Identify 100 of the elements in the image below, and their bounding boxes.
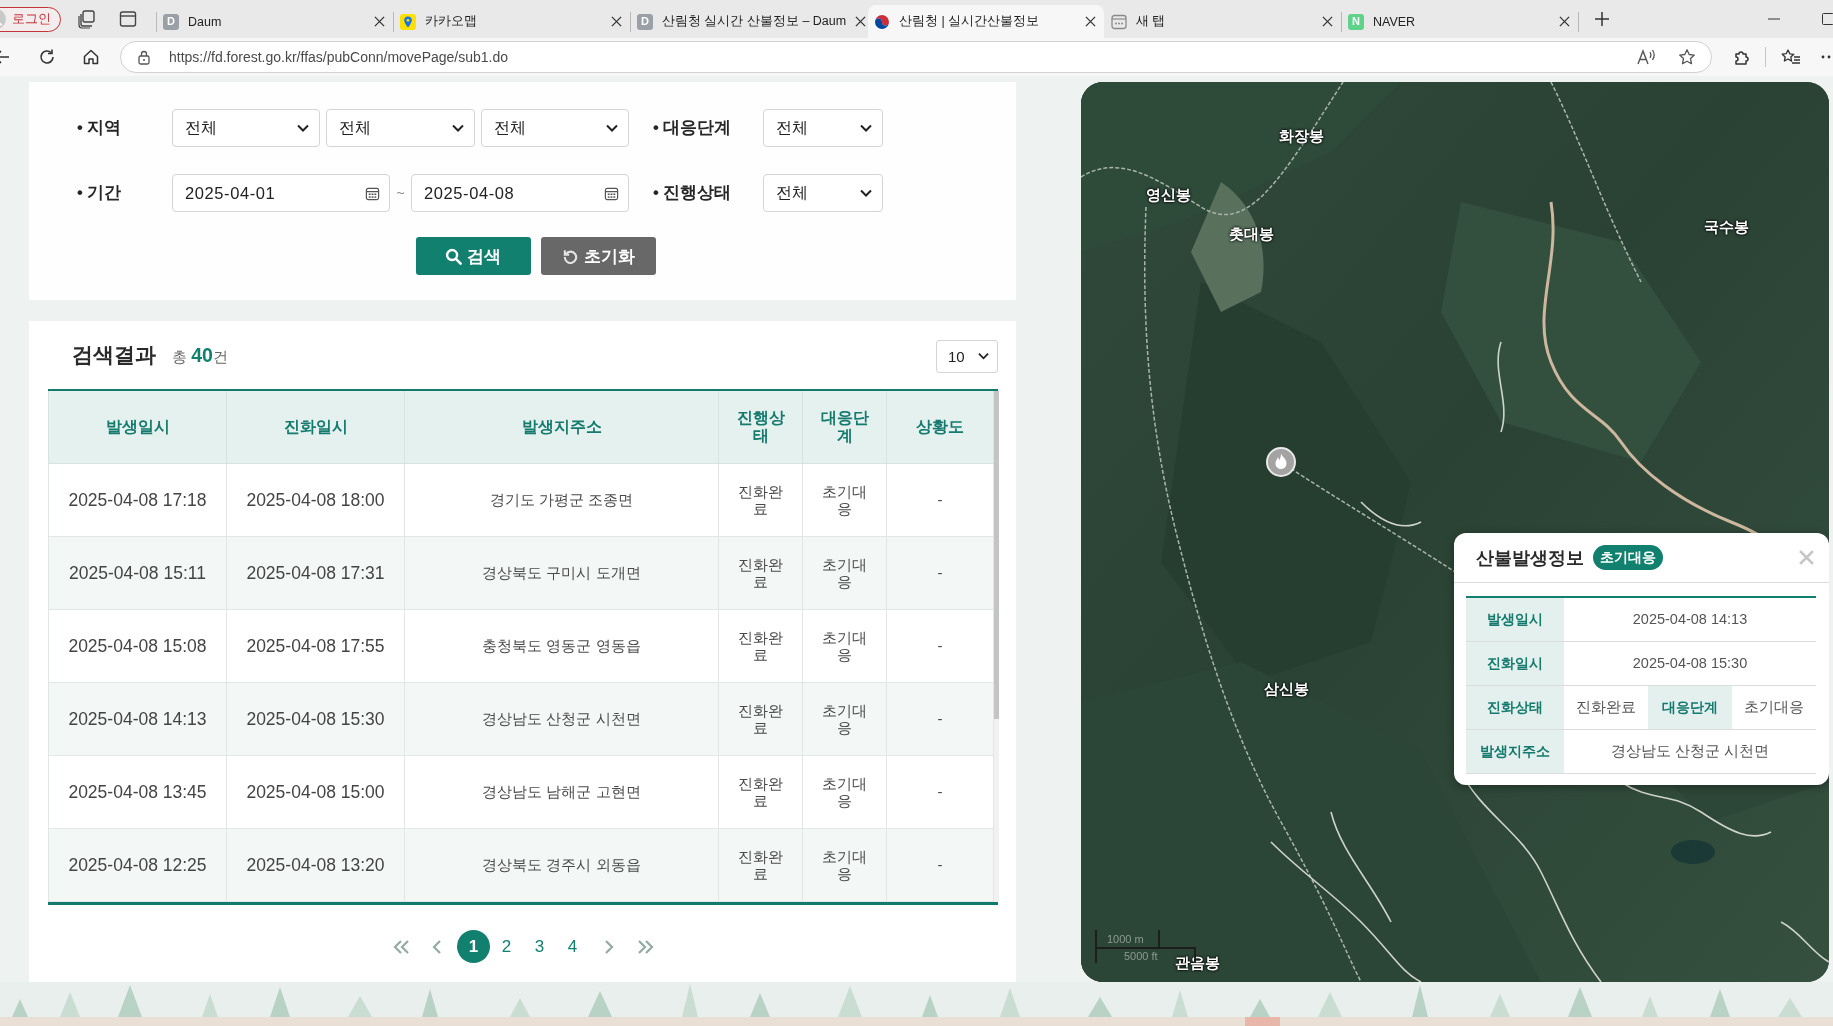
- star-icon[interactable]: [1678, 48, 1696, 66]
- calendar-icon: [604, 185, 619, 201]
- maximize-icon[interactable]: [1822, 13, 1833, 25]
- field-value: 초기대응: [1732, 685, 1816, 730]
- field-label: 발생지주소: [1466, 729, 1564, 774]
- status-badge: 초기대응: [1593, 545, 1663, 570]
- select-field[interactable]: 전체: [172, 109, 321, 147]
- browser-tab[interactable]: D Daum: [157, 5, 393, 38]
- chevron-down-icon: [978, 352, 989, 360]
- page-size-select[interactable]: 10: [936, 339, 998, 373]
- browser-tab[interactable]: N NAVER: [1342, 5, 1578, 38]
- filter-label: • 진행상태: [653, 182, 733, 203]
- scale-label: 5000 ft: [1124, 950, 1158, 962]
- table-cell: 2025-04-08 12:25: [48, 828, 227, 902]
- table-cell: 2025-04-08 13:45: [48, 755, 227, 829]
- select-field[interactable]: 전체: [480, 109, 629, 147]
- page-button[interactable]: 3: [523, 930, 556, 963]
- table-cell: 2025-04-08 14:13: [48, 682, 227, 756]
- address-field[interactable]: https://fd.forest.go.kr/ffas/pubConn/movePage/sub1.do: [120, 41, 1712, 73]
- map-place-label: 촛대봉: [1228, 224, 1274, 244]
- close-icon: [1798, 549, 1815, 566]
- close-icon[interactable]: [855, 16, 867, 27]
- filter-label: • 기간: [77, 182, 123, 203]
- reset-button[interactable]: 초기화: [540, 237, 656, 275]
- table-cell: 진화완료: [718, 682, 803, 756]
- filter-label: • 대응단계: [653, 117, 733, 138]
- table-cell: 초기대응: [802, 755, 887, 829]
- column-header: 발생일시: [48, 391, 227, 464]
- favorites-icon[interactable]: [1781, 48, 1801, 66]
- browser-tab[interactable]: 카카오맵: [394, 5, 630, 38]
- table-cell: 진화완료: [718, 828, 803, 902]
- table-cell: 경기도 가평군 조종면: [404, 463, 719, 537]
- table-cell: 2025-04-08 17:31: [226, 536, 405, 610]
- table-cell: 초기대응: [802, 682, 887, 756]
- table-cell: 진화완료: [718, 463, 803, 537]
- tab-actions-icon[interactable]: [118, 9, 138, 29]
- table-cell: 초기대응: [802, 609, 887, 683]
- date-field[interactable]: 2025-04-08: [411, 174, 629, 212]
- close-icon[interactable]: [1085, 16, 1096, 27]
- circle-emblem-icon: [874, 13, 890, 30]
- table-cell: 진화완료: [718, 609, 803, 683]
- reload-icon[interactable]: [38, 48, 56, 66]
- page-icon: [1111, 13, 1127, 30]
- scrollbar-thumb[interactable]: [994, 391, 999, 719]
- table-cell: 2025-04-08 18:00: [226, 463, 405, 537]
- chevron-left-icon: [432, 938, 442, 955]
- table-cell: 진화완료: [718, 755, 803, 829]
- section-title: 검색결과: [72, 342, 156, 368]
- read-aloud-icon[interactable]: [1636, 48, 1656, 66]
- letter-tile-icon: D: [163, 13, 179, 30]
- table-cell: 2025-04-08 15:30: [226, 682, 405, 756]
- select-field[interactable]: 전체: [763, 109, 883, 147]
- table-cell: 2025-04-08 17:18: [48, 463, 227, 537]
- table-cell: 초기대응: [802, 828, 887, 902]
- map-place-label: 국수봉: [1703, 217, 1749, 237]
- table-cell: 2025-04-08 17:55: [226, 609, 405, 683]
- table-cell: 2025-04-08 15:00: [226, 755, 405, 829]
- field-label: 발생일시: [1466, 597, 1564, 642]
- table-cell: 2025-04-08 15:08: [48, 609, 227, 683]
- plus-icon[interactable]: [1594, 11, 1610, 27]
- map-pin-icon: [400, 13, 416, 30]
- close-icon[interactable]: [374, 16, 385, 27]
- puzzle-icon[interactable]: [1733, 48, 1751, 66]
- table-cell: -: [886, 828, 994, 902]
- search-button[interactable]: 검색: [415, 237, 531, 275]
- table-cell: -: [886, 682, 994, 756]
- map-place-label: 영신봉: [1145, 185, 1191, 205]
- date-field[interactable]: 2025-04-01: [172, 174, 390, 212]
- calendar-icon: [365, 185, 380, 201]
- column-header: 발생지주소: [404, 391, 719, 464]
- table-cell: -: [886, 755, 994, 829]
- table-cell: -: [886, 536, 994, 610]
- table-cell: 2025-04-08 13:20: [226, 828, 405, 902]
- select-field[interactable]: 전체: [326, 109, 475, 147]
- field-value: 경상남도 산청군 시천면: [1564, 729, 1816, 774]
- browser-tab[interactable]: 새 탭: [1105, 5, 1341, 38]
- workspaces-icon[interactable]: [77, 9, 97, 29]
- chevron-down-icon: [860, 124, 872, 132]
- table-cell: 2025-04-08 15:11: [48, 536, 227, 610]
- letter-tile-icon: D: [637, 13, 653, 30]
- page-button[interactable]: 4: [556, 930, 589, 963]
- browser-tab[interactable]: 산림청 | 실시간산불정보: [868, 5, 1104, 38]
- page-button[interactable]: 2: [490, 930, 523, 963]
- table-cell: 초기대응: [802, 463, 887, 537]
- chevron-down-icon: [860, 189, 872, 197]
- fire-marker-icon[interactable]: [1266, 447, 1296, 477]
- field-value: 2025-04-08 15:30: [1564, 641, 1816, 686]
- chevron-down-icon: [606, 124, 618, 132]
- browser-tab[interactable]: D 산림청 실시간 산불정보 – Daum: [631, 5, 867, 38]
- close-icon[interactable]: [1322, 16, 1333, 27]
- close-icon[interactable]: [1559, 16, 1570, 27]
- page-button[interactable]: 1: [457, 930, 490, 963]
- profile-button[interactable]: 로그인: [0, 6, 61, 32]
- close-icon[interactable]: [611, 16, 622, 27]
- double-chevron-right-icon: [636, 938, 654, 955]
- select-field[interactable]: 전체: [763, 174, 883, 212]
- chevron-right-icon: [604, 938, 614, 955]
- table-cell: 경상남도 남해군 고현면: [404, 755, 719, 829]
- table-cell: 초기대응: [802, 536, 887, 610]
- home-icon[interactable]: [82, 48, 100, 66]
